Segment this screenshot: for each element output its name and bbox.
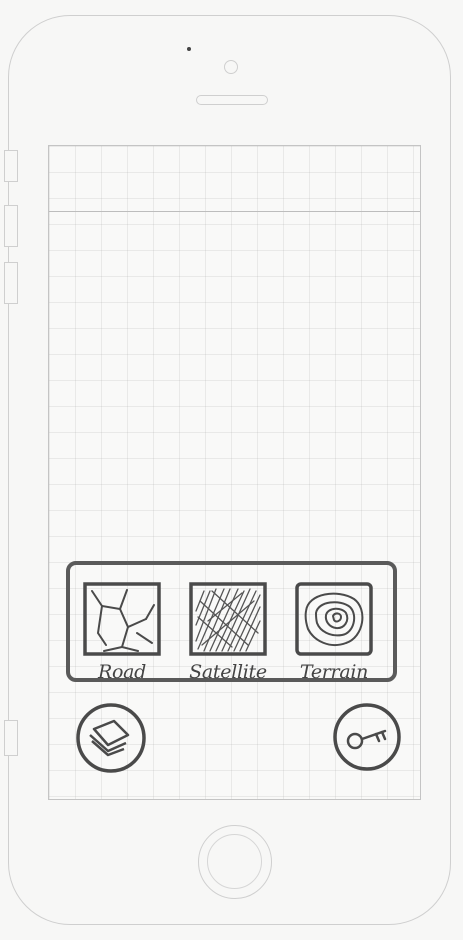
proximity-sensor [224,60,238,74]
map-type-label: Road [97,661,147,683]
map-type-panel: Road Satellite Terrain [66,561,397,683]
phone-screen: Road Satellite Terrain [48,145,421,800]
map-type-label: Terrain [299,661,369,683]
map-type-label: Satellite [189,661,267,683]
satellite-map-icon [189,582,267,656]
phone-volume-down [4,262,18,304]
phone-mute-switch [4,150,18,182]
layers-icon [89,719,130,757]
layers-button[interactable] [74,701,148,775]
front-camera [187,47,191,51]
road-map-icon [83,582,161,656]
terrain-map-icon [295,582,373,656]
phone-side-button [4,720,18,756]
navigation-bar [49,146,420,212]
key-icon [346,729,387,750]
home-button[interactable] [198,825,272,899]
phone-volume-up [4,205,18,247]
earpiece-speaker [196,95,268,105]
key-button[interactable] [331,701,403,773]
